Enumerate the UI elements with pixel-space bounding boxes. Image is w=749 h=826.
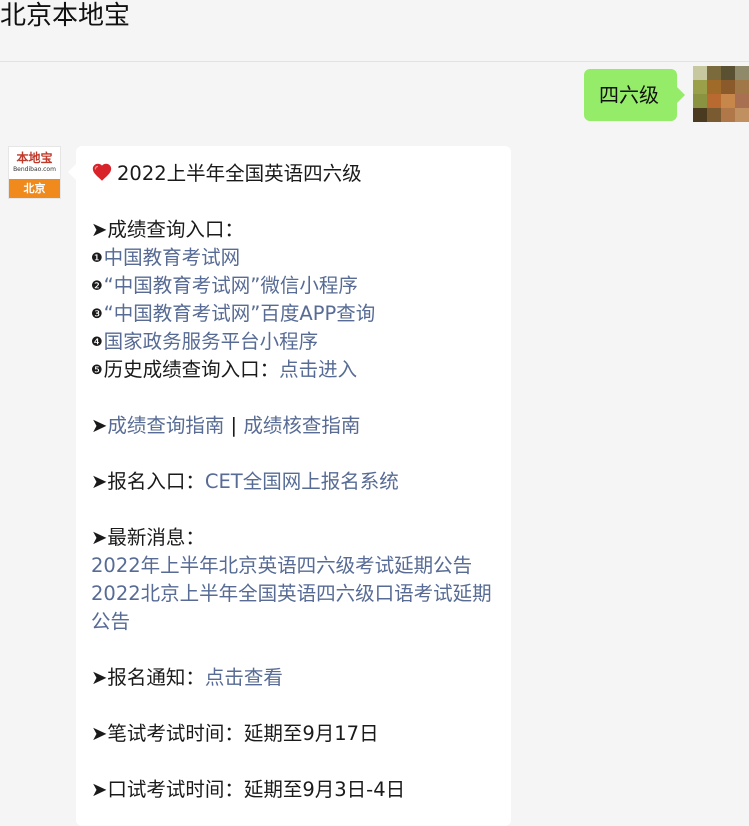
avatar-pixel	[707, 94, 721, 108]
oral-time-line: ➤口试考试时间：延期至9月3日-4日	[91, 776, 496, 804]
avatar-pixel	[735, 80, 749, 94]
notice-label: 报名通知：	[107, 666, 205, 689]
avatar-pixel	[707, 66, 721, 80]
message-title: 2022上半年全国英语四六级	[117, 162, 362, 185]
outgoing-message[interactable]: 四六级	[584, 69, 685, 121]
avatar-pixel	[693, 94, 707, 108]
avatar-pixel	[735, 108, 749, 122]
written-time-line: ➤笔试考试时间：延期至9月17日	[91, 720, 496, 748]
message-title-line: 2022上半年全国英语四六级	[91, 160, 496, 188]
score-link-row: ❹国家政务服务平台小程序	[91, 328, 496, 356]
history-row: ❺历史成绩查询入口：点击进入	[91, 356, 496, 384]
number-4-icon: ❹	[91, 335, 103, 350]
avatar-pixel	[721, 108, 735, 122]
register-link[interactable]: CET全国网上报名系统	[205, 470, 399, 493]
logo-brand: 本地宝	[16, 151, 53, 165]
register-label: 报名入口：	[107, 470, 205, 493]
logo-site: Bendibao.com	[13, 166, 56, 173]
news-link-oral[interactable]: 2022北京上半年全国英语四六级口语考试延期公告	[91, 580, 496, 636]
written-time: 笔试考试时间：延期至9月17日	[107, 722, 379, 745]
bendibao-logo: 本地宝 Bendibao.com	[9, 147, 60, 177]
avatar-pixel	[707, 80, 721, 94]
score-link-row: ❸“中国教育考试网”百度APP查询	[91, 300, 496, 328]
avatar-pixel	[721, 94, 735, 108]
number-3-icon: ❸	[91, 307, 103, 322]
avatar-pixel	[693, 80, 707, 94]
score-link-row: ❶中国教育考试网	[91, 244, 496, 272]
oral-time: 口试考试时间：延期至9月3日-4日	[107, 778, 406, 801]
score-link-row: ❷“中国教育考试网”微信小程序	[91, 272, 496, 300]
news-link-written[interactable]: 2022年上半年北京英语四六级考试延期公告	[91, 552, 496, 580]
avatar-pixel	[735, 66, 749, 80]
history-label: 历史成绩查询入口：	[103, 358, 280, 381]
arrow-icon: ➤	[91, 722, 108, 745]
link-neea-baidu[interactable]: “中国教育考试网”百度APP查询	[104, 302, 376, 325]
arrow-icon: ➤	[91, 218, 108, 241]
bendibao-avatar[interactable]: 本地宝 Bendibao.com 北京	[8, 146, 61, 199]
register-line: ➤报名入口：CET全国网上报名系统	[91, 468, 496, 496]
score-heading: 成绩查询入口：	[107, 218, 244, 241]
number-1-icon: ❶	[91, 251, 103, 266]
avatar-pixel	[693, 108, 707, 122]
avatar-pixel	[721, 80, 735, 94]
history-link[interactable]: 点击进入	[279, 358, 357, 381]
notice-line: ➤报名通知：点击查看	[91, 664, 496, 692]
notice-link[interactable]: 点击查看	[205, 666, 283, 689]
avatar-pixel	[707, 108, 721, 122]
avatar-pixel	[693, 66, 707, 80]
news-heading-line: ➤最新消息：	[91, 524, 496, 552]
score-guide-link[interactable]: 成绩查询指南	[107, 414, 224, 437]
arrow-icon: ➤	[91, 526, 108, 549]
link-neea[interactable]: 中国教育考试网	[104, 246, 241, 269]
arrow-icon: ➤	[91, 470, 108, 493]
score-heading-line: ➤成绩查询入口：	[91, 216, 496, 244]
number-5-icon: ❺	[91, 363, 103, 378]
verify-guide-link[interactable]: 成绩核查指南	[243, 414, 360, 437]
chat-title: 北京本地宝	[0, 1, 131, 31]
chat-header: 北京本地宝	[0, 0, 749, 62]
number-2-icon: ❷	[91, 279, 103, 294]
news-heading: 最新消息：	[107, 526, 205, 549]
incoming-message: 2022上半年全国英语四六级 ➤成绩查询入口： ❶中国教育考试网 ❷“中国教育考…	[68, 146, 511, 826]
link-neea-wechat[interactable]: “中国教育考试网”微信小程序	[104, 274, 358, 297]
logo-city: 北京	[9, 179, 60, 198]
arrow-icon: ➤	[91, 666, 108, 689]
self-avatar[interactable]	[693, 66, 749, 122]
arrow-icon: ➤	[91, 414, 108, 437]
guide-line: ➤成绩查询指南 | 成绩核查指南	[91, 412, 496, 440]
heart-icon	[92, 163, 112, 181]
guide-separator: |	[224, 414, 244, 437]
arrow-icon: ➤	[91, 778, 108, 801]
link-gov-service[interactable]: 国家政务服务平台小程序	[104, 330, 319, 353]
avatar-pixel	[721, 66, 735, 80]
avatar-pixel	[735, 94, 749, 108]
